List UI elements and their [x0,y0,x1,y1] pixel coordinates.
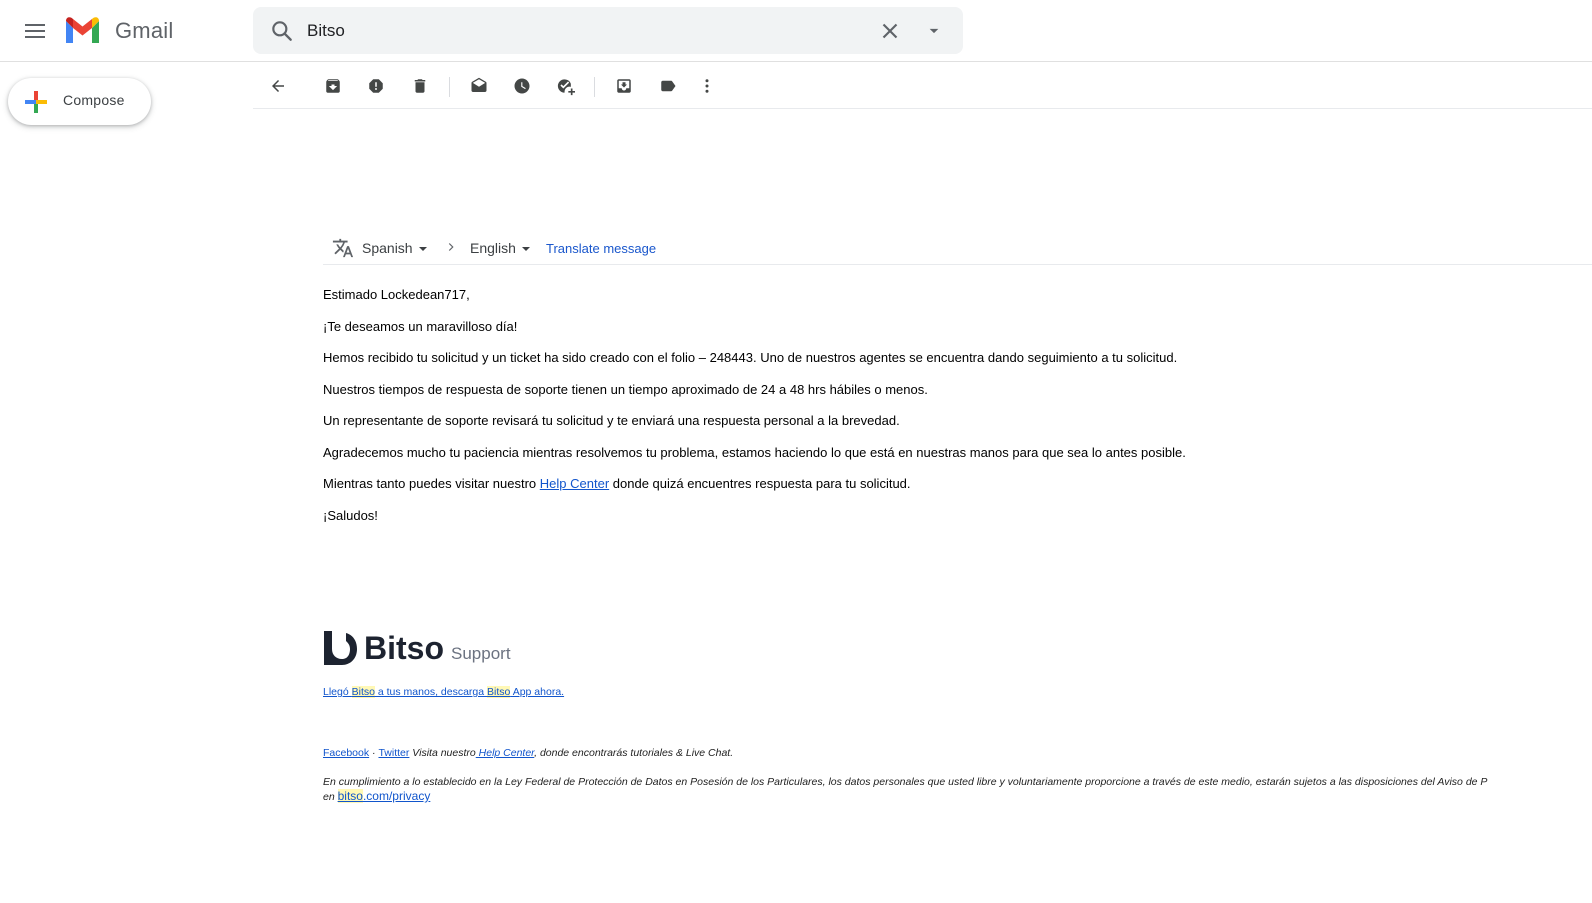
search-highlight: Bitso [487,686,511,698]
search-options-icon[interactable] [921,18,947,44]
compose-button[interactable]: Compose [8,78,151,125]
social-links: Facebook · Twitter Visita nuestro Help C… [323,747,733,759]
labels-button[interactable] [655,73,681,99]
translate-message-link[interactable]: Translate message [546,241,656,256]
legal-privacy-line: en bitso.com/privacy [323,789,1592,804]
email-closing: ¡Saludos! [323,508,378,523]
legal-notice: En cumplimiento a lo establecido en la L… [323,775,1592,804]
add-task-icon [557,79,575,96]
archive-icon [326,79,340,93]
mark-unread-button[interactable] [466,73,492,99]
legal-en: en [323,791,338,803]
help-center-link[interactable]: Help Center [540,476,609,491]
trash-icon [414,79,426,93]
email-text: donde quizá encuentres respuesta para tu… [609,476,911,491]
email-greeting: Estimado Lockedean717, [323,287,470,302]
toolbar-divider [449,77,450,97]
visit-after-text: , donde encontrarás tutoriales & Live Ch… [534,747,734,759]
add-to-tasks-button[interactable] [552,73,578,99]
gmail-m-icon [66,17,99,43]
target-language-label: English [470,240,516,256]
move-to-icon [617,79,631,93]
snooze-button[interactable] [509,73,535,99]
caret-down-icon [521,247,530,252]
email-paragraph: Agradecemos mucho tu paciencia mientras … [323,445,1186,460]
translate-bar: Spanish English Translate message [323,232,1592,265]
label-icon [661,80,676,92]
search-highlight: Bitso [351,686,375,698]
toolbar-divider [594,77,595,97]
move-to-button[interactable] [611,73,637,99]
delete-button[interactable] [407,73,433,99]
clock-icon [514,78,530,94]
bitso-mark-icon [324,631,357,665]
facebook-link[interactable]: Facebook [323,747,369,759]
email-text: Mientras tanto puedes visitar nuestro [323,476,540,491]
menu-icon [25,24,45,38]
translate-icon [332,238,354,258]
app-text: App ahora. [510,686,565,698]
footer-help-center-link[interactable]: Help Center [476,747,534,759]
gmail-logo[interactable]: Gmail [64,14,173,48]
source-language-label: Spanish [362,240,413,256]
search-input[interactable] [307,7,867,54]
chevron-right-icon [448,243,454,251]
download-app-link[interactable]: Llegó Bitso a tus manos, descarga Bitso … [323,686,564,698]
arrow-back-icon [272,80,284,92]
logo-brand: Bitso [364,630,444,666]
twitter-link[interactable]: Twitter [378,747,409,759]
mark-unread-icon [471,77,487,92]
search-highlight: bitso [337,789,363,803]
app-text: Llegó [323,686,352,698]
app-text: a tus manos, descarga [374,686,488,698]
bitso-support-logo: Bitso Support [324,630,511,666]
message-toolbar [253,62,1592,109]
source-language-select[interactable]: Spanish [362,240,427,256]
email-paragraph: Nuestros tiempos de respuesta de soporte… [323,382,928,397]
email-paragraph: Hemos recibido tu solicitud y un ticket … [323,350,1178,365]
target-language-select[interactable]: English [470,240,530,256]
legal-text: En cumplimiento a lo establecido en la L… [323,776,1488,788]
main-menu-button[interactable] [16,12,54,50]
visit-text: Visita nuestro [409,747,476,759]
report-spam-icon [369,79,383,93]
plus-icon [25,91,47,113]
report-spam-button[interactable] [363,73,389,99]
privacy-rest: .com/privacy [362,789,431,803]
clear-search-icon[interactable] [877,18,903,44]
email-paragraph: Un representante de soporte revisará tu … [323,413,900,428]
back-button[interactable] [265,73,291,99]
compose-label: Compose [63,92,125,108]
logo-sub: Support [451,644,511,663]
more-button[interactable] [694,73,720,99]
caret-down-icon [418,247,427,252]
search-bar [253,7,963,54]
privacy-link[interactable]: bitso.com/privacy [337,789,431,803]
archive-button[interactable] [320,73,346,99]
top-header: Gmail [0,0,1592,62]
app-name: Gmail [115,18,174,43]
email-paragraph: Mientras tanto puedes visitar nuestro He… [323,476,911,491]
search-icon[interactable] [269,18,295,44]
email-paragraph: ¡Te deseamos un maravilloso día! [323,319,518,334]
more-vert-icon [705,79,709,93]
